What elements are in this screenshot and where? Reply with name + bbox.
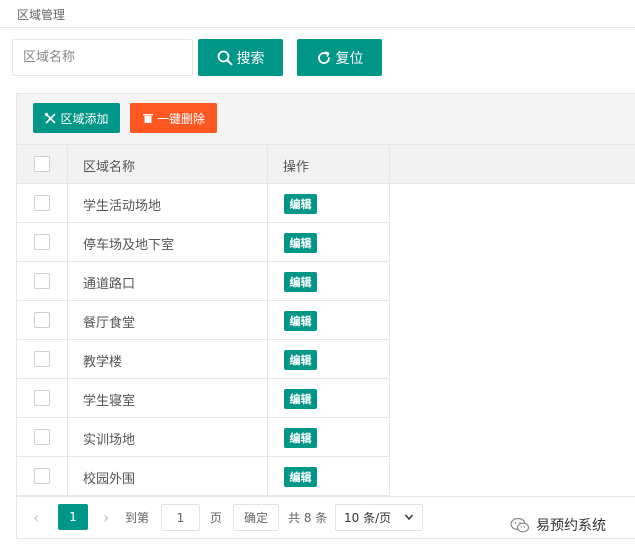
- column-divider: [267, 457, 268, 495]
- row-checkbox[interactable]: [34, 429, 50, 445]
- column-divider: [267, 340, 268, 378]
- table-row: 学生活动场地 编辑: [17, 184, 389, 223]
- column-divider: [67, 301, 68, 339]
- area-name-cell: 餐厅食堂: [83, 316, 136, 331]
- search-input[interactable]: [12, 39, 193, 76]
- table-row: 通道路口 编辑: [17, 262, 389, 301]
- breadcrumb[interactable]: 区域管理: [17, 6, 65, 23]
- edit-button[interactable]: 编辑: [284, 350, 317, 370]
- reset-button[interactable]: 复位: [297, 39, 382, 76]
- trash-icon: [142, 114, 153, 123]
- delete-all-label: 一键删除: [156, 111, 205, 126]
- table-row: 学生寝室 编辑: [17, 379, 389, 418]
- column-divider: [267, 262, 268, 300]
- edit-button[interactable]: 编辑: [284, 467, 317, 487]
- table-row: 校园外围 编辑: [17, 457, 389, 496]
- prev-page-button[interactable]: ‹: [33, 508, 39, 527]
- next-page-button[interactable]: ›: [103, 508, 109, 527]
- column-divider: [67, 418, 68, 456]
- row-checkbox[interactable]: [34, 468, 50, 484]
- area-name-cell: 学生活动场地: [83, 199, 162, 214]
- column-divider: [267, 184, 268, 222]
- column-divider: [389, 184, 390, 496]
- reset-button-label: 复位: [335, 50, 364, 67]
- table-row: 教学楼 编辑: [17, 340, 389, 379]
- page-label: 页: [210, 511, 223, 525]
- add-area-label: 区域添加: [60, 111, 109, 126]
- area-name-cell: 实训场地: [83, 433, 136, 448]
- watermark-text: 易预约系统: [536, 518, 606, 534]
- area-name-cell: 通道路口: [83, 277, 136, 292]
- delete-all-button[interactable]: 一键删除: [130, 103, 217, 133]
- search-button[interactable]: 搜索: [198, 39, 283, 76]
- column-divider: [67, 223, 68, 261]
- tools-icon: [45, 112, 57, 124]
- search-icon: [217, 50, 232, 65]
- row-checkbox[interactable]: [34, 234, 50, 250]
- column-divider: [267, 379, 268, 417]
- row-checkbox[interactable]: [34, 390, 50, 406]
- table-panel: 区域添加 一键删除 区域名称 操作 学生活动场地 编辑 停车场及地下室 编辑 通…: [16, 93, 635, 539]
- edit-button[interactable]: 编辑: [284, 311, 317, 331]
- watermark: 易预约系统: [510, 515, 606, 535]
- table-row: 实训场地 编辑: [17, 418, 389, 457]
- goto-label: 到第: [125, 511, 150, 525]
- goto-confirm-button[interactable]: 确定: [233, 504, 279, 531]
- row-checkbox[interactable]: [34, 351, 50, 367]
- chevron-down-icon: [404, 514, 414, 521]
- wechat-icon: [510, 517, 530, 532]
- header-actions: 操作: [283, 160, 310, 175]
- column-divider: [67, 184, 68, 222]
- page-size-select[interactable]: 10 条/页: [335, 504, 423, 531]
- area-name-cell: 学生寝室: [83, 394, 136, 409]
- area-name-cell: 停车场及地下室: [83, 238, 175, 253]
- area-name-cell: 教学楼: [83, 355, 123, 370]
- add-area-button[interactable]: 区域添加: [33, 103, 120, 133]
- goto-page-input[interactable]: [161, 504, 200, 531]
- column-divider: [67, 457, 68, 495]
- search-button-label: 搜索: [236, 50, 265, 67]
- page-1-button[interactable]: 1: [58, 504, 88, 530]
- column-divider: [67, 262, 68, 300]
- column-divider: [267, 145, 268, 183]
- column-divider: [267, 223, 268, 261]
- column-divider: [267, 301, 268, 339]
- table-toolbar: 区域添加 一键删除: [17, 94, 635, 145]
- column-divider: [67, 379, 68, 417]
- edit-button[interactable]: 编辑: [284, 194, 317, 214]
- select-all-checkbox[interactable]: [34, 156, 50, 172]
- page-size-value: 10 条/页: [344, 511, 392, 525]
- column-divider: [389, 145, 390, 183]
- row-checkbox[interactable]: [34, 273, 50, 289]
- column-divider: [267, 418, 268, 456]
- divider: [0, 27, 635, 28]
- table-row: 停车场及地下室 编辑: [17, 223, 389, 262]
- header-area-name: 区域名称: [83, 160, 136, 175]
- row-checkbox[interactable]: [34, 195, 50, 211]
- edit-button[interactable]: 编辑: [284, 272, 317, 292]
- table-header: 区域名称 操作: [17, 145, 635, 184]
- area-name-cell: 校园外围: [83, 472, 136, 487]
- table-body: 学生活动场地 编辑 停车场及地下室 编辑 通道路口 编辑 餐厅食堂 编辑 教学楼…: [17, 184, 389, 496]
- column-divider: [67, 145, 68, 183]
- edit-button[interactable]: 编辑: [284, 428, 317, 448]
- refresh-icon: [317, 50, 330, 64]
- total-count: 共 8 条: [288, 511, 328, 525]
- column-divider: [67, 340, 68, 378]
- edit-button[interactable]: 编辑: [284, 389, 317, 409]
- row-checkbox[interactable]: [34, 312, 50, 328]
- edit-button[interactable]: 编辑: [284, 233, 317, 253]
- table-row: 餐厅食堂 编辑: [17, 301, 389, 340]
